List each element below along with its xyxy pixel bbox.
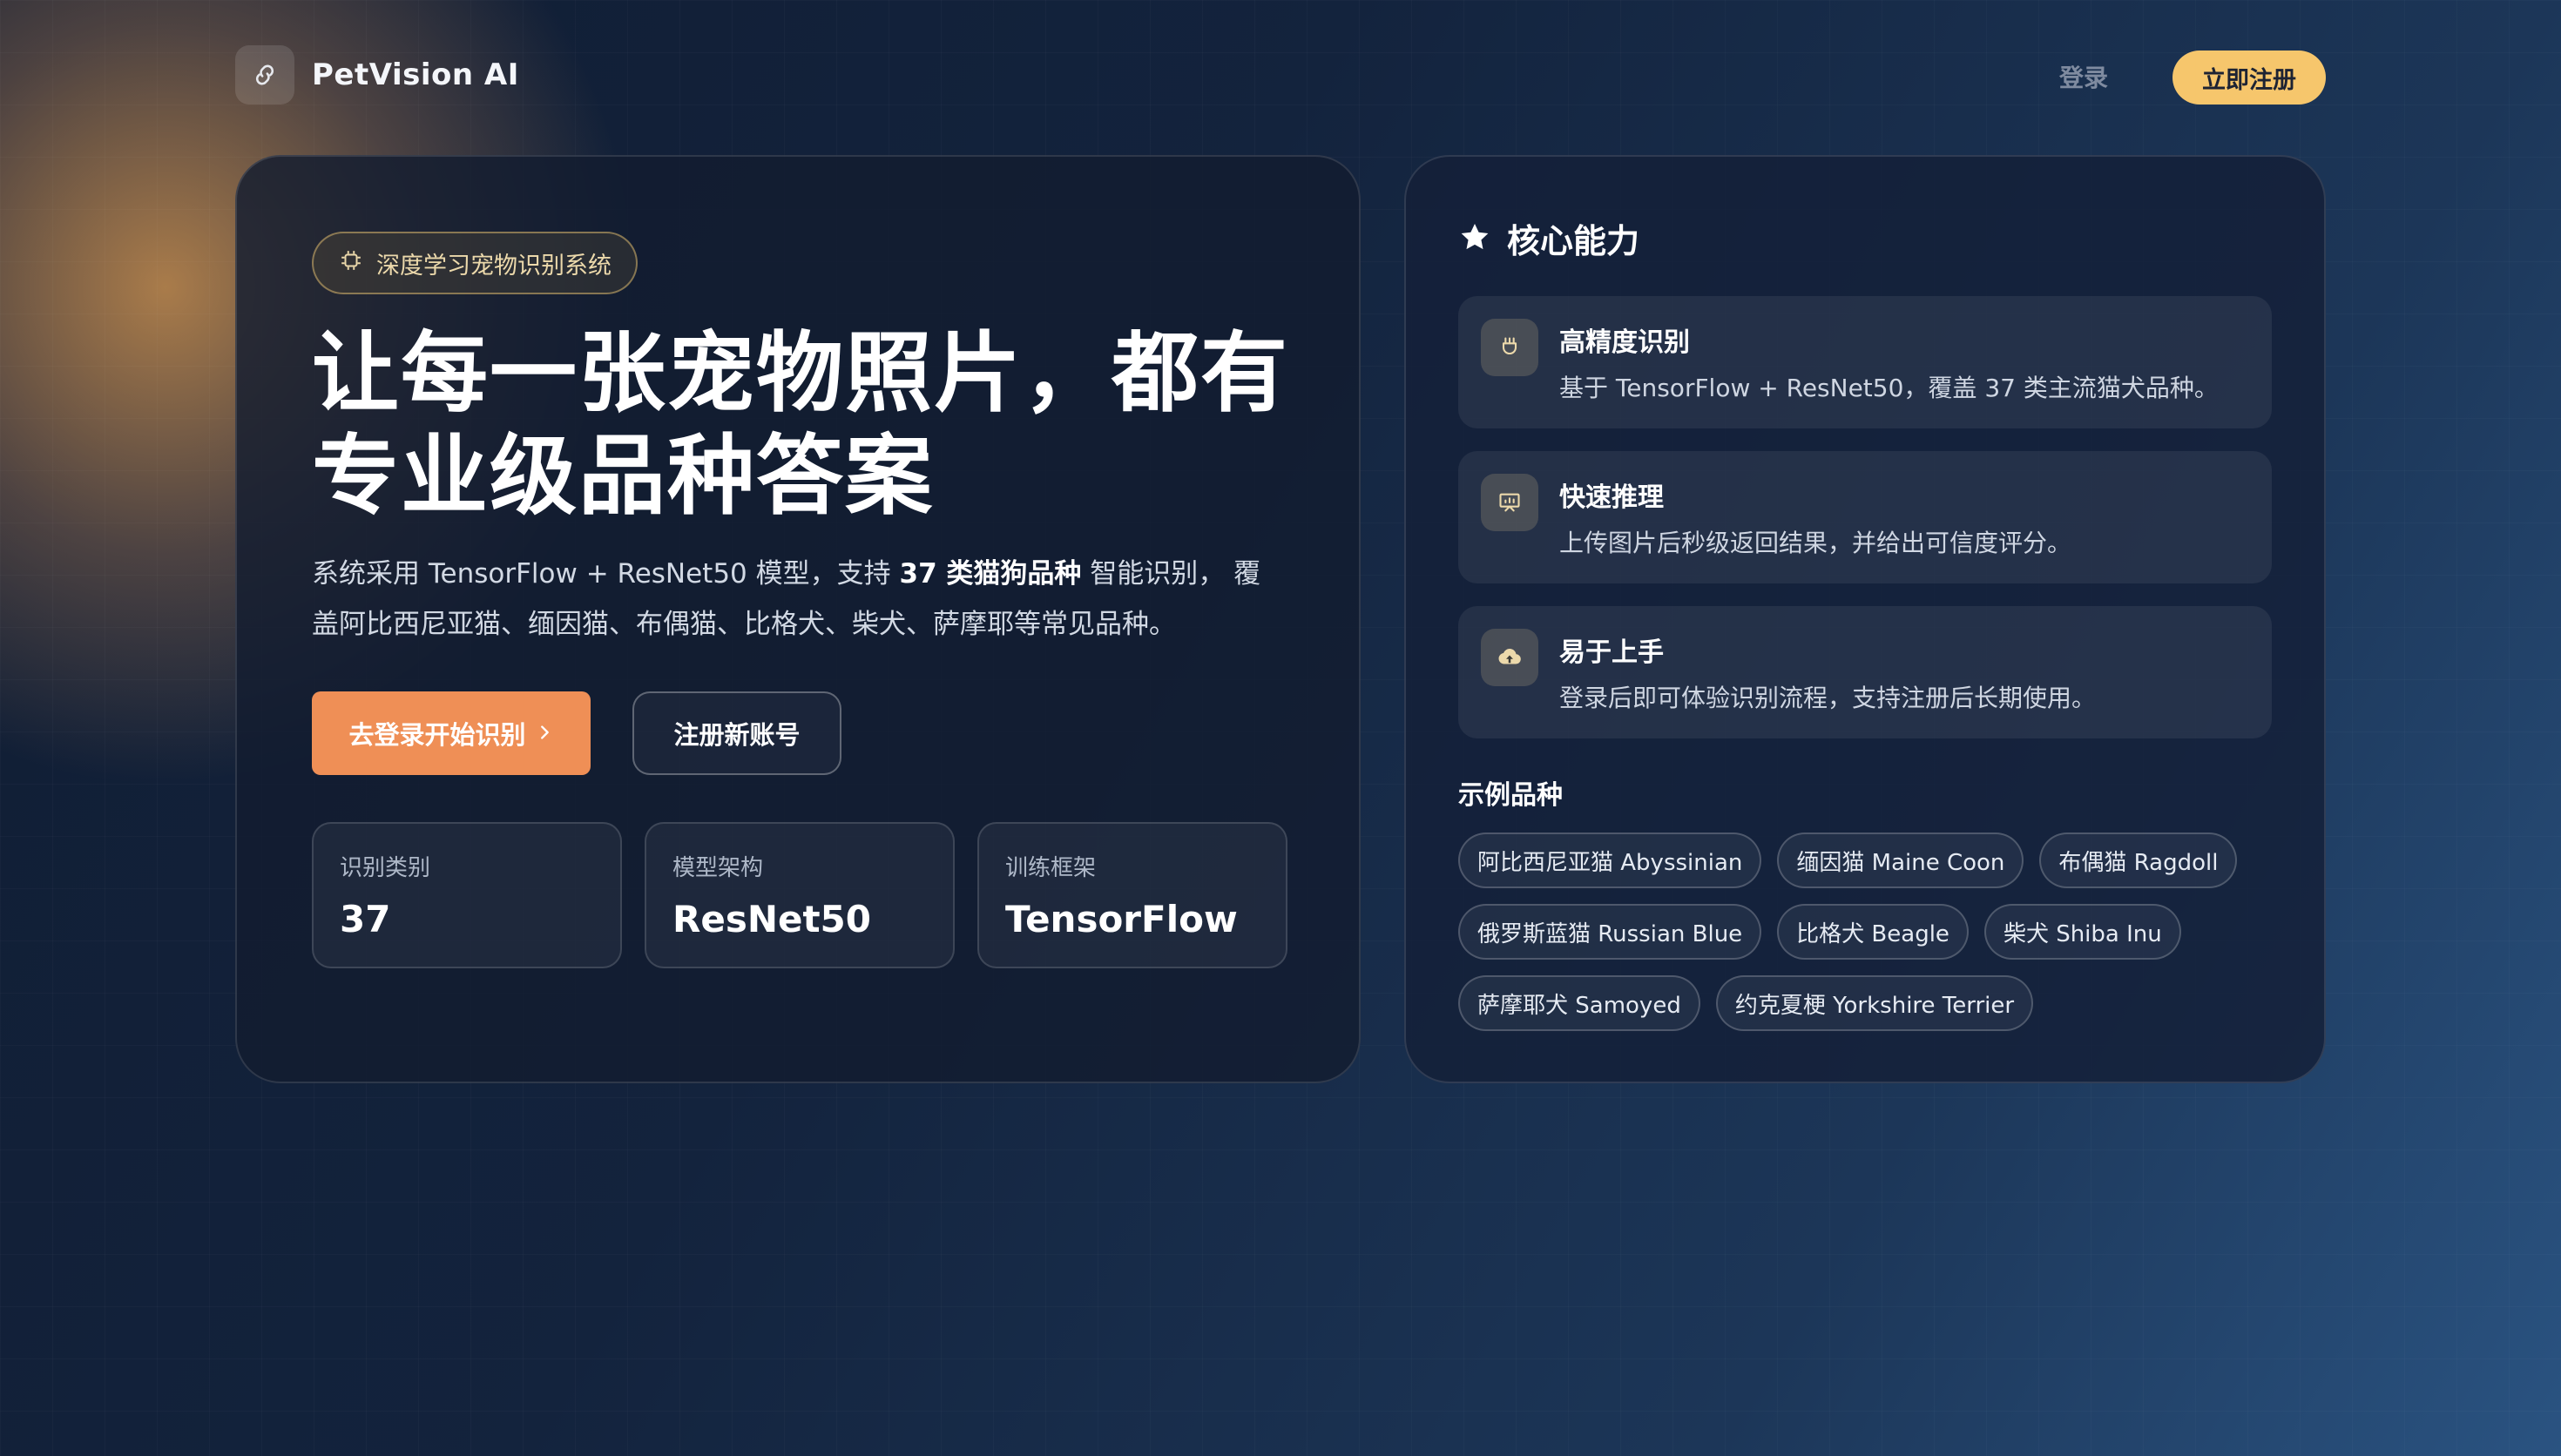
paw-icon	[1481, 319, 1538, 376]
top-nav: PetVision AI 登录 立即注册	[235, 45, 2326, 108]
register-button[interactable]: 注册新账号	[632, 691, 841, 775]
capabilities-title: 核心能力	[1507, 222, 1640, 260]
breed-tag: 萨摩耶犬 Samoyed	[1458, 975, 1700, 1031]
breed-tag: 缅因猫 Maine Coon	[1777, 832, 2024, 888]
stat-label: 模型架构	[672, 855, 764, 881]
hero-description: 系统采用 TensorFlow + ResNet50 模型，支持 37 类猫狗品…	[312, 549, 1287, 650]
desc-highlight: 37 类猫狗品种	[899, 558, 1082, 590]
system-badge: 深度学习宠物识别系统	[312, 232, 638, 294]
stat-label: 识别类别	[340, 855, 431, 881]
stat-card-framework: 训练框架 TensorFlow	[977, 822, 1287, 968]
hero-title-line-2: 专业级品种答案	[312, 425, 934, 527]
stat-value: 37	[340, 898, 391, 940]
desc-part-1: 系统采用 TensorFlow + ResNet50 模型，支持	[312, 558, 900, 590]
login-start-label: 去登录开始识别	[348, 720, 526, 750]
feature-description: 登录后即可体验识别流程，支持注册后长期使用。	[1559, 684, 2097, 712]
star-icon	[1458, 220, 1491, 257]
feature-title: 高精度识别	[1559, 327, 1690, 358]
capabilities-card: 核心能力 高精度识别 基于 TensorFlow + ResNet50，覆盖 3…	[1404, 155, 2326, 1083]
stat-card-categories: 识别类别 37	[312, 822, 622, 968]
examples-title: 示例品种	[1458, 780, 1563, 811]
stat-value: ResNet50	[672, 898, 871, 940]
login-link[interactable]: 登录	[2059, 59, 2108, 94]
breed-tags: 阿比西尼亚猫 Abyssinian 缅因猫 Maine Coon 布偶猫 Rag…	[1458, 832, 2272, 1031]
breed-tag: 柴犬 Shiba Inu	[1983, 904, 2181, 960]
breed-tag: 比格犬 Beagle	[1777, 904, 1969, 960]
stats-row: 识别类别 37 模型架构 ResNet50 训练框架 TensorFlow	[312, 822, 1287, 968]
feature-item-fast-inference: 快速推理 上传图片后秒级返回结果，并给出可信度评分。	[1458, 451, 2272, 583]
hero-card: 深度学习宠物识别系统 让每一张宠物照片，都有 专业级品种答案 系统采用 Tens…	[235, 155, 1361, 1083]
stat-card-architecture: 模型架构 ResNet50	[645, 822, 955, 968]
feature-description: 上传图片后秒级返回结果，并给出可信度评分。	[1559, 529, 2072, 557]
feature-title: 易于上手	[1559, 637, 1664, 668]
feature-item-accuracy: 高精度识别 基于 TensorFlow + ResNet50，覆盖 37 类主流…	[1458, 296, 2272, 428]
breed-tag: 布偶猫 Ragdoll	[2039, 832, 2238, 888]
cloud-upload-icon	[1481, 629, 1538, 686]
feature-description: 基于 TensorFlow + ResNet50，覆盖 37 类主流猫犬品种。	[1559, 374, 2219, 402]
feature-title: 快速推理	[1559, 482, 1664, 513]
feature-item-easy-start: 易于上手 登录后即可体验识别流程，支持注册后长期使用。	[1458, 606, 2272, 738]
breed-tag: 阿比西尼亚猫 Abyssinian	[1458, 832, 1762, 888]
breed-tag: 约克夏梗 Yorkshire Terrier	[1715, 975, 2034, 1031]
presentation-icon	[1481, 474, 1538, 531]
hero-title: 让每一张宠物照片，都有 专业级品种答案	[312, 322, 1305, 528]
capabilities-header: 核心能力	[1458, 214, 1639, 262]
badge-label: 深度学习宠物识别系统	[376, 252, 612, 280]
chevron-right-icon	[535, 718, 554, 748]
brand[interactable]: PetVision AI	[235, 45, 519, 104]
brand-logo-icon	[235, 45, 294, 104]
stat-value: TensorFlow	[1005, 898, 1238, 940]
signup-button[interactable]: 立即注册	[2172, 51, 2326, 104]
chip-icon	[340, 249, 362, 278]
brand-name: PetVision AI	[312, 57, 519, 92]
hero-title-line-1: 让每一张宠物照片，都有	[312, 322, 1289, 424]
stat-label: 训练框架	[1005, 855, 1097, 881]
login-start-button[interactable]: 去登录开始识别	[312, 691, 591, 775]
breed-tag: 俄罗斯蓝猫 Russian Blue	[1458, 904, 1762, 960]
